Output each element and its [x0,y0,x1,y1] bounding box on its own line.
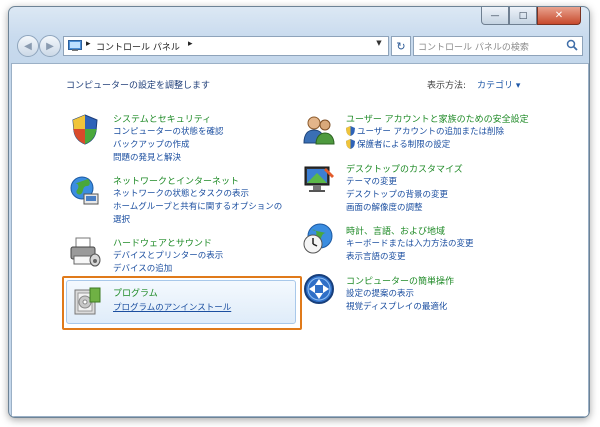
back-button[interactable]: ◀ [17,35,39,57]
category-title-user-accounts[interactable]: ユーザー アカウントと家族のための安全設定 [346,112,529,125]
link-suggested-settings[interactable]: 設定の提案の表示 [346,287,414,299]
content-area: コンピューターの設定を調整します 表示方法: カテゴリ ▾ システムとセキュリテ… [11,63,589,417]
printer-icon[interactable] [68,234,102,268]
breadcrumb-separator[interactable]: ▸ [86,39,91,49]
breadcrumb-separator-2[interactable]: ▸ [188,39,193,49]
breadcrumb-control-panel[interactable]: コントロール パネル [96,40,180,53]
category-title-system-security[interactable]: システムとセキュリティ [113,112,211,125]
category-title-clock-language[interactable]: 時計、言語、および地域 [346,224,445,237]
programs-icon[interactable] [70,284,104,318]
address-bar[interactable]: ▸ コントロール パネル ▸ ▼ [63,36,389,56]
link-change-display-language[interactable]: 表示言語の変更 [346,250,406,262]
category-title-ease-of-access[interactable]: コンピューターの簡単操作 [346,274,454,287]
link-add-device[interactable]: デバイスの追加 [113,262,172,274]
link-homegroup-sharing[interactable]: ホームグループと共有に関するオプションの [113,200,282,212]
users-icon[interactable] [302,112,336,146]
uac-shield-icon [346,139,355,149]
link-parental-controls-label[interactable]: 保護者による制限の設定 [357,140,450,150]
category-title-network-internet[interactable]: ネットワークとインターネット [113,174,239,187]
category-title-programs[interactable]: プログラム [113,286,158,299]
link-parental-controls[interactable]: 保護者による制限の設定 [346,138,450,150]
navigation-bar: ◀ ▶ ▸ コントロール パネル ▸ ▼ ↻ コントロール パネルの検索 [9,31,589,59]
view-by-dropdown[interactable]: カテゴリ ▾ [477,78,520,91]
search-input[interactable]: コントロール パネルの検索 [418,40,529,53]
maximize-button[interactable]: □ [509,7,537,25]
link-network-status-tasks[interactable]: ネットワークの状態とタスクの表示 [113,187,249,199]
uac-shield-icon [346,126,355,136]
link-add-remove-accounts[interactable]: ユーザー アカウントの追加または削除 [346,125,504,137]
link-adjust-resolution[interactable]: 画面の解像度の調整 [346,201,423,213]
link-add-remove-accounts-label[interactable]: ユーザー アカウントの追加または削除 [357,127,504,137]
link-check-computer-status[interactable]: コンピューターの状態を確認 [113,125,224,137]
link-find-fix-problems[interactable]: 問題の発見と解決 [113,151,181,163]
ease-of-access-icon[interactable] [302,272,336,306]
caption-buttons: — □ ✕ [481,7,581,25]
close-button[interactable]: ✕ [537,7,581,25]
desktop-icon[interactable] [302,162,336,196]
shield-icon[interactable] [68,112,102,146]
refresh-button[interactable]: ↻ [391,36,411,56]
view-by-label: 表示方法: [427,81,467,91]
link-create-backup[interactable]: バックアップの作成 [113,138,190,150]
control-panel-window: — □ ✕ ◀ ▶ ▸ コントロール パネル ▸ ▼ ↻ コントロール パネルの… [8,6,590,418]
link-homegroup-sharing-cont[interactable]: 選択 [113,213,130,225]
minimize-button[interactable]: — [481,7,509,25]
control-panel-icon [68,40,82,51]
search-icon[interactable] [566,39,578,51]
link-uninstall-program[interactable]: プログラムのアンインストール [113,301,231,313]
link-optimize-visual-display[interactable]: 視覚ディスプレイの最適化 [346,300,447,312]
link-change-keyboard[interactable]: キーボードまたは入力方法の変更 [346,237,474,249]
forward-button[interactable]: ▶ [39,35,61,57]
clock-globe-icon[interactable] [302,222,336,256]
search-box[interactable]: コントロール パネルの検索 [413,36,583,56]
link-change-background[interactable]: デスクトップの背景の変更 [346,188,448,200]
category-title-appearance[interactable]: デスクトップのカスタマイズ [346,162,463,175]
globe-network-icon[interactable] [68,174,102,208]
address-dropdown[interactable]: ▼ [372,39,386,53]
page-heading: コンピューターの設定を調整します [66,81,211,91]
link-devices-printers[interactable]: デバイスとプリンターの表示 [113,249,223,261]
category-title-hardware-sound[interactable]: ハードウェアとサウンド [113,236,212,249]
link-change-theme[interactable]: テーマの変更 [346,175,397,187]
